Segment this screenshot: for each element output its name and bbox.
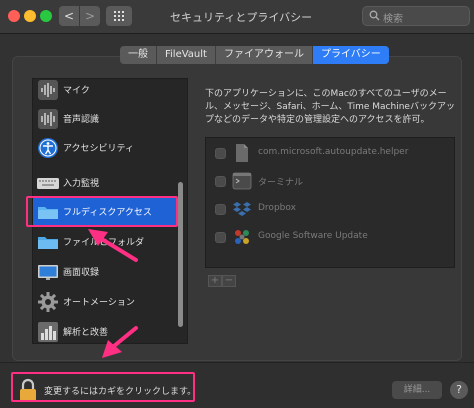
sidebar-item-label: ファイルとフォルダ bbox=[63, 238, 145, 248]
zoom-button[interactable] bbox=[40, 10, 52, 22]
app-checkbox[interactable] bbox=[215, 176, 226, 187]
list-item[interactable]: ターミナル bbox=[206, 168, 454, 194]
help-button[interactable]: ? bbox=[450, 381, 468, 399]
app-name: Dropbox bbox=[258, 203, 296, 213]
remove-app-button[interactable]: − bbox=[222, 275, 236, 287]
app-checkbox[interactable] bbox=[215, 204, 226, 215]
sidebar-item-analytics[interactable]: 解析と改善 bbox=[33, 318, 181, 343]
app-checkbox[interactable] bbox=[215, 232, 226, 243]
back-button[interactable]: < bbox=[59, 6, 79, 26]
sidebar-item-microphone[interactable]: マイク bbox=[33, 79, 181, 104]
tab-bar: 一般 FileVault ファイアウォール プライバシー bbox=[120, 46, 389, 64]
sidebar-item-label: マイク bbox=[63, 86, 90, 96]
annotation-item-highlight bbox=[26, 196, 178, 227]
document-icon bbox=[236, 144, 248, 162]
app-list[interactable]: com.microsoft.autoupdate.helper ターミナル Dr… bbox=[205, 137, 455, 268]
minimize-button[interactable] bbox=[24, 10, 36, 22]
add-remove-controls: + − bbox=[208, 275, 236, 287]
tab-privacy[interactable]: プライバシー bbox=[312, 46, 389, 64]
list-item[interactable]: com.microsoft.autoupdate.helper bbox=[206, 140, 454, 166]
accessibility-icon bbox=[38, 138, 58, 158]
speech-recognition-icon bbox=[38, 109, 58, 129]
show-all-button[interactable] bbox=[106, 6, 132, 26]
tab-firewall[interactable]: ファイアウォール bbox=[216, 46, 313, 64]
window-title: セキュリティとプライバシー bbox=[170, 11, 313, 24]
list-item[interactable]: Google Software Update bbox=[206, 224, 454, 250]
close-button[interactable] bbox=[8, 10, 20, 22]
tab-general[interactable]: 一般 bbox=[120, 46, 157, 64]
analytics-icon bbox=[38, 322, 58, 342]
add-app-button[interactable]: + bbox=[208, 275, 222, 287]
app-name: ターミナル bbox=[258, 178, 304, 188]
search-placeholder: 検索 bbox=[383, 14, 403, 25]
app-checkbox[interactable] bbox=[215, 148, 226, 159]
tab-filevault[interactable]: FileVault bbox=[157, 46, 216, 64]
sidebar-item-label: 解析と改善 bbox=[63, 328, 109, 338]
window: < > セキュリティとプライバシー 検索 一般 FileVault ファイアウォ bbox=[0, 0, 474, 408]
list-scrollbar[interactable] bbox=[178, 182, 183, 327]
sidebar-item-input-monitoring[interactable]: 入力監視 bbox=[33, 169, 181, 197]
sidebar-item-files-and-folders[interactable]: ファイルとフォルダ bbox=[33, 228, 181, 256]
sidebar-item-label: 入力監視 bbox=[63, 179, 100, 189]
folder-icon bbox=[38, 237, 58, 249]
search-icon bbox=[369, 10, 380, 21]
forward-button[interactable]: > bbox=[80, 6, 100, 26]
privacy-description: 下のアプリケーションに、このMacのすべてのユーザのメール、メッセージ、Safa… bbox=[205, 89, 455, 125]
google-update-icon bbox=[235, 230, 249, 244]
sidebar-item-label: オートメーション bbox=[63, 298, 135, 308]
sidebar-item-speech-recognition[interactable]: 音声認識 bbox=[33, 105, 181, 133]
gear-icon bbox=[38, 292, 58, 312]
list-item[interactable]: Dropbox bbox=[206, 196, 454, 222]
sidebar-item-automation[interactable]: オートメーション bbox=[33, 288, 181, 316]
sidebar-item-screen-recording[interactable]: 画面収録 bbox=[33, 258, 181, 286]
keyboard-icon bbox=[37, 178, 59, 189]
sidebar-item-label: 音声認識 bbox=[63, 115, 100, 125]
app-name: Google Software Update bbox=[258, 231, 368, 241]
title-bar: < > セキュリティとプライバシー 検索 bbox=[0, 0, 474, 34]
search-field[interactable]: 検索 bbox=[362, 6, 470, 26]
annotation-lock-highlight bbox=[11, 372, 195, 402]
grid-icon bbox=[114, 11, 124, 21]
sidebar-item-label: 画面収録 bbox=[63, 268, 100, 278]
sidebar-item-label: アクセシビリティ bbox=[63, 144, 135, 154]
display-icon bbox=[38, 265, 58, 280]
details-button[interactable]: 詳細... bbox=[392, 381, 442, 399]
app-name: com.microsoft.autoupdate.helper bbox=[258, 147, 409, 157]
terminal-icon bbox=[232, 172, 252, 190]
dropbox-icon bbox=[233, 202, 251, 216]
sidebar-item-accessibility[interactable]: アクセシビリティ bbox=[33, 134, 181, 162]
microphone-icon bbox=[38, 80, 58, 100]
